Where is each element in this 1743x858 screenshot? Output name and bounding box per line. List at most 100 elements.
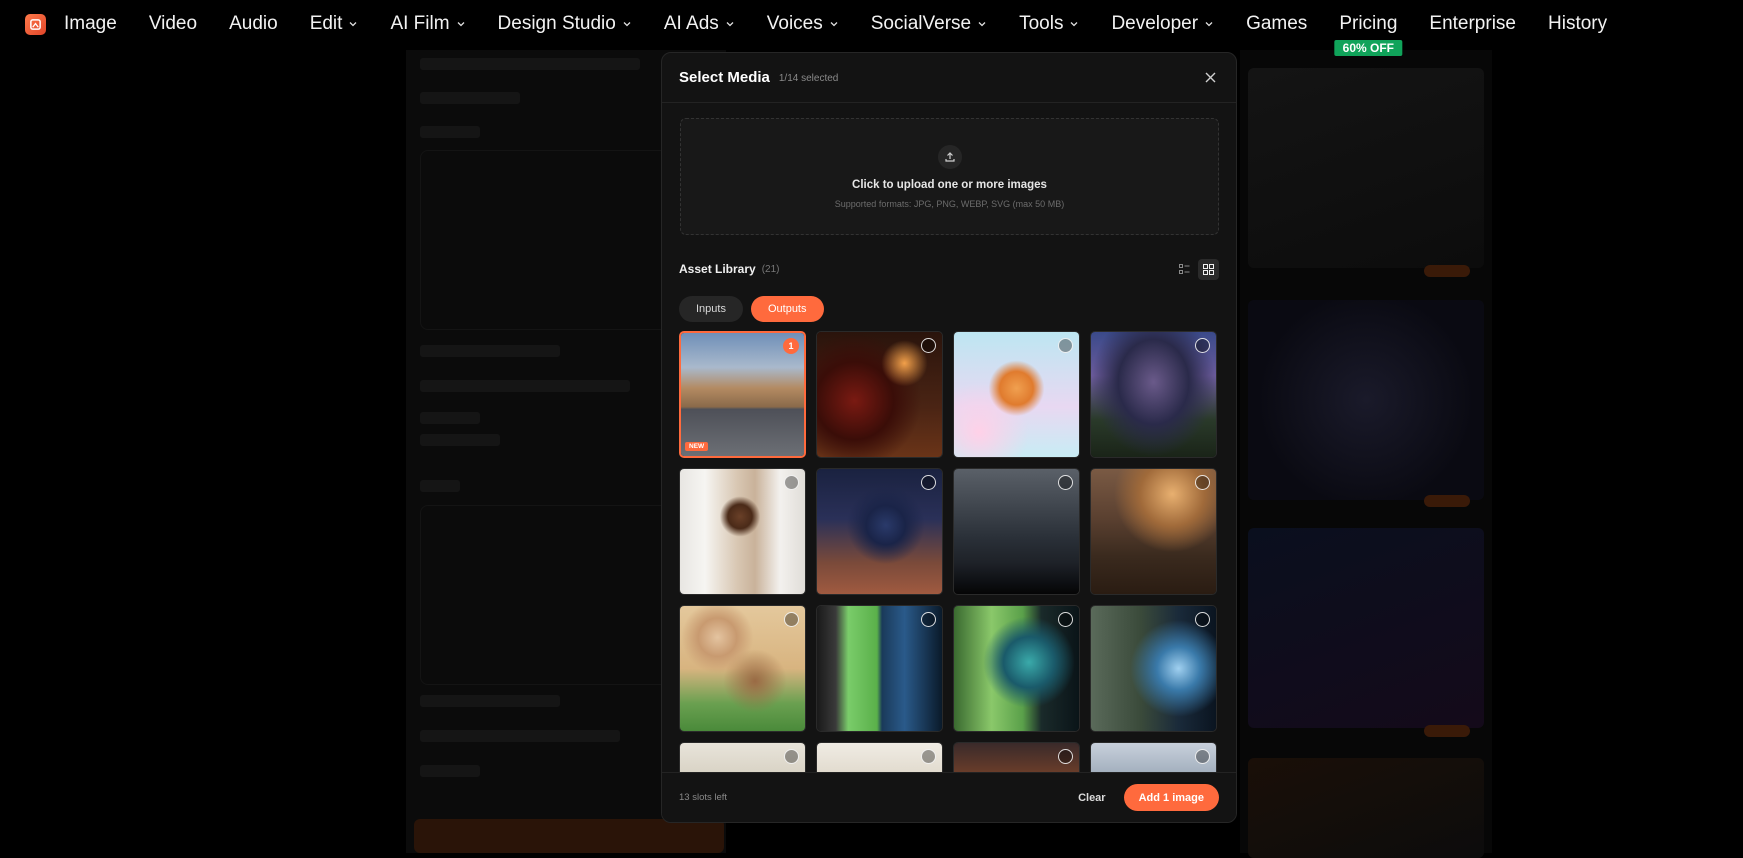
selection-checkbox[interactable] — [1195, 612, 1210, 627]
modal-title: Select Media — [679, 69, 770, 86]
selection-checkbox[interactable] — [784, 749, 799, 764]
upload-dropzone[interactable]: Click to upload one or more images Suppo… — [680, 118, 1219, 235]
nav-item-ai-ads[interactable]: AI Ads — [664, 13, 735, 35]
asset-library-title: Asset Library — [679, 262, 756, 276]
asset-tile[interactable] — [953, 742, 1080, 773]
asset-tile[interactable] — [679, 468, 806, 595]
selection-order-badge: 1 — [783, 338, 799, 354]
nav-item-ai-film[interactable]: AI Film — [390, 13, 465, 35]
top-navigation: Image Video Audio Edit AI Film Design Studio A… — [0, 0, 1743, 56]
modal-header: Select Media 1/14 selected — [662, 53, 1236, 103]
asset-tile[interactable] — [1090, 742, 1217, 773]
selected-count: 1/14 selected — [778, 73, 839, 84]
asset-tile[interactable] — [1090, 605, 1217, 732]
nav-item-label: Audio — [229, 13, 278, 34]
nav-item-label: AI Film — [390, 13, 450, 34]
asset-grid-scroll[interactable]: 1 NEW — [679, 331, 1222, 773]
asset-tile[interactable] — [1090, 468, 1217, 595]
nav-item-label: Design Studio — [497, 13, 616, 34]
asset-tile[interactable] — [816, 468, 943, 595]
list-view-icon — [1179, 263, 1190, 274]
nav-item-games[interactable]: Games — [1246, 13, 1307, 35]
nav-item-pricing[interactable]: Pricing 60% OFF — [1334, 13, 1403, 56]
asset-grid: 1 NEW — [679, 331, 1222, 773]
nav-item-socialverse[interactable]: SocialVerse — [871, 13, 987, 35]
selection-checkbox[interactable] — [1058, 475, 1073, 490]
chevron-down-icon — [978, 22, 986, 27]
chevron-down-icon — [726, 22, 734, 27]
nav-item-design-studio[interactable]: Design Studio — [498, 13, 632, 35]
tab-inputs[interactable]: Inputs — [679, 296, 743, 322]
nav-item-audio[interactable]: Audio — [229, 13, 278, 35]
new-badge: NEW — [685, 442, 709, 451]
asset-tile[interactable] — [679, 605, 806, 732]
nav-item-enterprise[interactable]: Enterprise — [1429, 13, 1516, 35]
library-tabs: Inputs Outputs — [679, 296, 1219, 322]
selection-checkbox[interactable] — [921, 612, 936, 627]
upload-icon — [937, 145, 962, 169]
grid-view-button[interactable] — [1198, 258, 1219, 280]
add-image-button[interactable]: Add 1 image — [1123, 784, 1219, 811]
asset-tile[interactable] — [953, 331, 1080, 458]
asset-tile[interactable] — [816, 331, 943, 458]
selection-checkbox[interactable] — [921, 338, 936, 353]
tab-outputs[interactable]: Outputs — [750, 296, 824, 322]
grid-view-icon — [1203, 263, 1214, 275]
chevron-down-icon — [623, 22, 631, 27]
logo-icon — [30, 18, 41, 30]
nav-item-label: Games — [1246, 13, 1308, 34]
modal-footer: 13 slots left Clear Add 1 image — [662, 772, 1236, 822]
nav-item-tools[interactable]: Tools — [1019, 13, 1079, 35]
asset-tile[interactable]: 1 NEW — [679, 331, 806, 458]
asset-tile[interactable] — [816, 605, 943, 732]
nav-item-edit[interactable]: Edit — [310, 13, 359, 35]
asset-tile[interactable] — [679, 742, 806, 773]
close-button[interactable] — [1201, 69, 1219, 87]
nav-item-developer[interactable]: Developer — [1111, 13, 1214, 35]
selection-checkbox[interactable] — [1058, 338, 1073, 353]
nav-item-label: Voices — [766, 13, 823, 34]
chevron-down-icon — [1070, 22, 1078, 27]
list-view-button[interactable] — [1174, 259, 1195, 280]
asset-tile[interactable] — [816, 742, 943, 773]
chevron-down-icon — [1205, 22, 1213, 27]
nav-item-history[interactable]: History — [1548, 13, 1607, 35]
chevron-down-icon — [830, 22, 838, 27]
asset-tile[interactable] — [953, 605, 1080, 732]
nav-item-label: Enterprise — [1429, 13, 1516, 34]
nav-item-label: History — [1548, 13, 1608, 34]
selection-checkbox[interactable] — [1195, 338, 1210, 353]
selection-checkbox[interactable] — [1195, 749, 1210, 764]
chevron-down-icon — [349, 22, 357, 27]
upload-formats: Supported formats: JPG, PNG, WEBP, SVG (… — [834, 199, 1065, 209]
app-logo[interactable] — [25, 13, 46, 35]
nav-item-label: Edit — [309, 13, 343, 34]
close-icon — [1205, 72, 1215, 83]
nav-item-label: SocialVerse — [870, 13, 972, 34]
selection-checkbox[interactable] — [921, 475, 936, 490]
asset-library-count: (21) — [761, 263, 780, 275]
select-media-modal: Select Media 1/14 selected Click to uplo… — [661, 52, 1237, 823]
asset-library-header: Asset Library (21) — [679, 258, 1219, 280]
selection-checkbox[interactable] — [1058, 749, 1073, 764]
selection-checkbox[interactable] — [1058, 612, 1073, 627]
view-toggle — [1174, 258, 1219, 280]
nav-item-image[interactable]: Image — [64, 13, 117, 35]
chevron-down-icon — [457, 22, 465, 27]
selection-checkbox[interactable] — [1195, 475, 1210, 490]
background-gallery-panel — [1240, 50, 1492, 858]
nav-item-label: AI Ads — [663, 13, 719, 34]
upload-title: Click to upload one or more images — [852, 179, 1047, 191]
asset-tile[interactable] — [1090, 331, 1217, 458]
nav-item-voices[interactable]: Voices — [767, 13, 839, 35]
nav-item-video[interactable]: Video — [149, 13, 197, 35]
selection-checkbox[interactable] — [784, 475, 799, 490]
slots-left: 13 slots left — [679, 792, 728, 803]
selection-checkbox[interactable] — [921, 749, 936, 764]
asset-tile[interactable] — [953, 468, 1080, 595]
clear-button[interactable]: Clear — [1078, 792, 1106, 804]
nav-item-label: Tools — [1019, 13, 1064, 34]
nav-item-label: Video — [148, 13, 198, 34]
selection-checkbox[interactable] — [784, 612, 799, 627]
discount-badge: 60% OFF — [1334, 40, 1403, 56]
